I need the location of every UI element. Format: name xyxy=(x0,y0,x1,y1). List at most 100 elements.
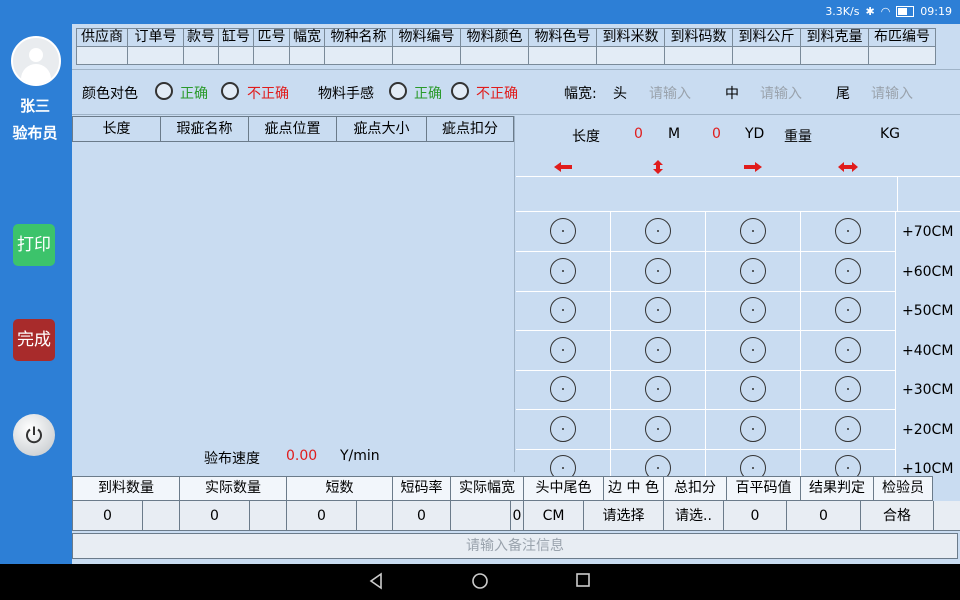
summary-value-cell[interactable] xyxy=(933,501,960,531)
done-button[interactable]: 完成 xyxy=(13,319,55,361)
info-value-cell[interactable] xyxy=(127,47,183,65)
defect-point-button[interactable] xyxy=(740,257,766,284)
defect-point-button[interactable] xyxy=(740,376,766,402)
grid-cell xyxy=(611,251,706,292)
feel-correct-radio[interactable] xyxy=(389,82,407,100)
home-icon[interactable] xyxy=(471,572,489,590)
info-header-cell: 物料色号 xyxy=(528,28,596,47)
width-head-input[interactable]: 请输入 xyxy=(649,83,691,103)
summary-value-cell[interactable]: 0 xyxy=(723,501,786,531)
user-role: 验布员 xyxy=(12,124,58,142)
grid-cell xyxy=(516,370,611,410)
defect-point-button[interactable] xyxy=(740,336,766,363)
summary-value-cell[interactable] xyxy=(249,501,286,531)
defect-point-button[interactable] xyxy=(740,297,766,323)
summary-column-header: 总扣分 xyxy=(663,476,726,501)
defect-point-button[interactable] xyxy=(550,336,576,363)
info-header-cell: 缸号 xyxy=(218,28,253,47)
info-value-cell[interactable] xyxy=(253,47,289,65)
summary-value-cell[interactable]: 0 xyxy=(510,501,523,531)
color-incorrect-radio[interactable] xyxy=(221,82,239,100)
power-button[interactable] xyxy=(13,414,55,456)
defect-column-header: 疵点大小 xyxy=(336,116,426,142)
width-tail-input[interactable]: 请输入 xyxy=(871,83,913,103)
defect-point-button[interactable] xyxy=(645,297,671,323)
summary-value-cell[interactable]: 0 xyxy=(392,501,450,531)
feel-incorrect-radio[interactable] xyxy=(451,82,469,100)
width-middle-input[interactable]: 请输入 xyxy=(760,83,802,103)
defect-point-button[interactable] xyxy=(835,415,861,442)
defect-point-button[interactable] xyxy=(740,415,766,442)
info-header-cell: 匹号 xyxy=(253,28,289,47)
info-value-row xyxy=(76,47,936,65)
avatar[interactable] xyxy=(11,36,61,86)
info-header-cell: 物料编号 xyxy=(392,28,460,47)
defect-point-button[interactable] xyxy=(645,336,671,363)
info-value-cell[interactable] xyxy=(664,47,732,65)
info-value-cell[interactable] xyxy=(460,47,528,65)
summary-value-row: 0 0 0 0 0 CM 请选择 请选.. 0 0 合格 xyxy=(72,501,960,531)
right-arrow-icon[interactable] xyxy=(742,160,764,174)
back-icon[interactable] xyxy=(368,572,384,590)
info-value-cell[interactable] xyxy=(528,47,596,65)
grid-row-label: +20CM xyxy=(902,421,954,438)
color-correct-radio[interactable] xyxy=(155,82,173,100)
summary-value-cell[interactable]: 0 xyxy=(786,501,860,531)
defect-point-button[interactable] xyxy=(835,376,861,402)
summary-value-cell[interactable]: 请选.. xyxy=(663,501,723,531)
summary-value-cell[interactable]: 合格 xyxy=(860,501,933,531)
summary-value-cell[interactable] xyxy=(450,501,510,531)
print-button[interactable]: 打印 xyxy=(13,224,55,266)
grid-cell xyxy=(801,409,896,450)
grid-cell xyxy=(706,370,801,410)
defect-column-header: 疵点位置 xyxy=(248,116,336,142)
summary-column-header: 到料数量 xyxy=(72,476,179,501)
info-value-cell[interactable] xyxy=(324,47,392,65)
defect-point-button[interactable] xyxy=(740,218,766,244)
battery-icon xyxy=(896,6,915,17)
summary-value-cell[interactable]: 0 xyxy=(72,501,142,531)
info-value-cell[interactable] xyxy=(183,47,218,65)
defect-point-button[interactable] xyxy=(645,415,671,442)
defect-point-button[interactable] xyxy=(645,218,671,244)
remark-input[interactable]: 请输入备注信息 xyxy=(72,533,958,559)
info-value-cell[interactable] xyxy=(800,47,868,65)
defect-point-button[interactable] xyxy=(835,257,861,284)
recents-icon[interactable] xyxy=(575,572,591,588)
summary-value-cell[interactable] xyxy=(356,501,392,531)
info-header-cell: 物种名称 xyxy=(324,28,392,47)
summary-value-cell[interactable] xyxy=(142,501,179,531)
summary-value-cell[interactable]: 0 xyxy=(286,501,356,531)
defect-point-button[interactable] xyxy=(550,297,576,323)
info-value-cell[interactable] xyxy=(76,47,127,65)
info-value-cell[interactable] xyxy=(732,47,800,65)
info-value-cell[interactable] xyxy=(392,47,460,65)
defect-column-header: 长度 xyxy=(72,116,160,142)
info-value-cell[interactable] xyxy=(218,47,253,65)
defect-point-button[interactable] xyxy=(835,218,861,244)
left-right-arrow-icon[interactable] xyxy=(837,160,859,174)
defect-point-button[interactable] xyxy=(835,297,861,323)
summary-value-cell[interactable]: 请选择 xyxy=(583,501,663,531)
summary-column-header: 检验员 xyxy=(873,476,933,501)
length-m-value: 0 xyxy=(634,126,643,142)
info-value-cell[interactable] xyxy=(868,47,936,65)
defect-point-button[interactable] xyxy=(550,376,576,402)
grid-cell xyxy=(801,212,896,252)
defect-point-button[interactable] xyxy=(550,257,576,284)
info-header-cell: 款号 xyxy=(183,28,218,47)
left-arrow-icon[interactable] xyxy=(552,160,574,174)
defect-point-button[interactable] xyxy=(550,218,576,244)
defect-point-button[interactable] xyxy=(835,336,861,363)
defect-point-button[interactable] xyxy=(550,415,576,442)
summary-value-cell[interactable]: CM xyxy=(523,501,583,531)
summary-value-cell[interactable]: 0 xyxy=(179,501,249,531)
info-value-cell[interactable] xyxy=(289,47,324,65)
arrow-row-divider xyxy=(897,176,898,212)
defect-point-button[interactable] xyxy=(645,257,671,284)
arrow-row xyxy=(516,176,960,212)
up-down-arrow-icon[interactable] xyxy=(647,160,669,174)
info-value-cell[interactable] xyxy=(596,47,664,65)
defect-point-button[interactable] xyxy=(645,376,671,402)
summary-column-header: 短码率 xyxy=(392,476,450,501)
